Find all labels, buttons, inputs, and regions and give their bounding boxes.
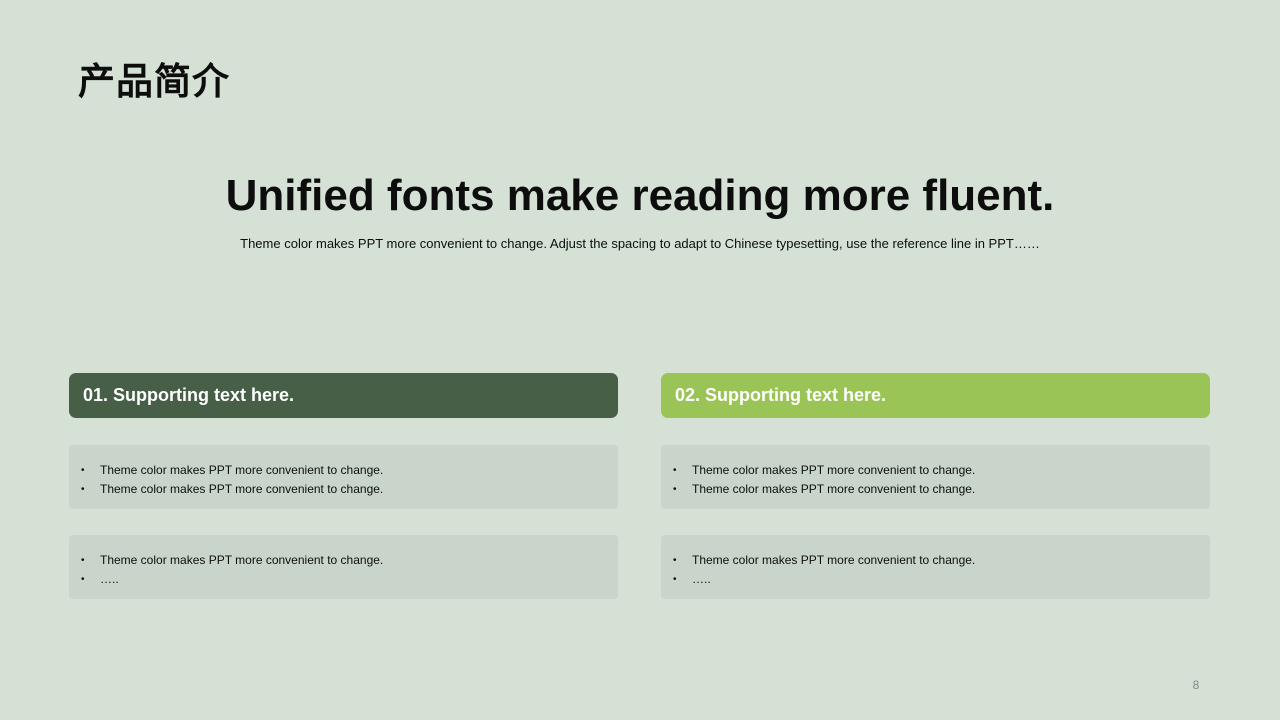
bullet-icon: • — [673, 484, 677, 495]
list-item-text: Theme color makes PPT more convenient to… — [692, 463, 976, 477]
column-1: 01. Supporting text here. • Theme color m… — [69, 373, 618, 599]
list-item: • Theme color makes PPT more convenient t… — [673, 480, 1210, 499]
bullet-icon: • — [81, 465, 85, 476]
bullet-list: • Theme color makes PPT more convenient t… — [673, 551, 1210, 589]
column-1-card-2: • Theme color makes PPT more convenient t… — [69, 535, 618, 599]
list-item-text: Theme color makes PPT more convenient to… — [100, 463, 384, 477]
bullet-icon: • — [673, 555, 677, 566]
column-2-header: 02. Supporting text here. — [661, 373, 1210, 418]
bullet-list: • Theme color makes PPT more convenient t… — [81, 461, 618, 499]
bullet-icon: • — [673, 465, 677, 476]
list-item: • Theme color makes PPT more convenient t… — [81, 480, 618, 499]
list-item: • Theme color makes PPT more convenient t… — [673, 551, 1210, 570]
page-title: 产品简介 — [78, 60, 230, 103]
list-item-text: ….. — [692, 572, 711, 586]
list-item-text: Theme color makes PPT more convenient to… — [692, 482, 976, 496]
subheadline: Theme color makes PPT more convenient to… — [240, 236, 1040, 251]
headline: Unified fonts make reading more fluent. — [225, 171, 1055, 220]
column-2-card-2: • Theme color makes PPT more convenient t… — [661, 535, 1210, 599]
column-2-card-1: • Theme color makes PPT more convenient t… — [661, 445, 1210, 509]
list-item-text: Theme color makes PPT more convenient to… — [692, 553, 976, 567]
list-item-text: Theme color makes PPT more convenient to… — [100, 553, 384, 567]
bullet-icon: • — [81, 555, 85, 566]
column-1-header: 01. Supporting text here. — [69, 373, 618, 418]
list-item: • Theme color makes PPT more convenient t… — [81, 461, 618, 480]
column-2: 02. Supporting text here. • Theme color m… — [661, 373, 1210, 599]
bullet-list: • Theme color makes PPT more convenient t… — [673, 461, 1210, 499]
list-item-text: ….. — [100, 572, 119, 586]
bullet-icon: • — [673, 574, 677, 585]
column-1-card-1: • Theme color makes PPT more convenient t… — [69, 445, 618, 509]
page-number: 8 — [1192, 678, 1200, 692]
bullet-list: • Theme color makes PPT more convenient t… — [81, 551, 618, 589]
bullet-icon: • — [81, 484, 85, 495]
list-item: • ….. — [81, 570, 618, 589]
list-item: • Theme color makes PPT more convenient t… — [81, 551, 618, 570]
list-item-text: Theme color makes PPT more convenient to… — [100, 482, 384, 496]
bullet-icon: • — [81, 574, 85, 585]
list-item: • ….. — [673, 570, 1210, 589]
list-item: • Theme color makes PPT more convenient t… — [673, 461, 1210, 480]
